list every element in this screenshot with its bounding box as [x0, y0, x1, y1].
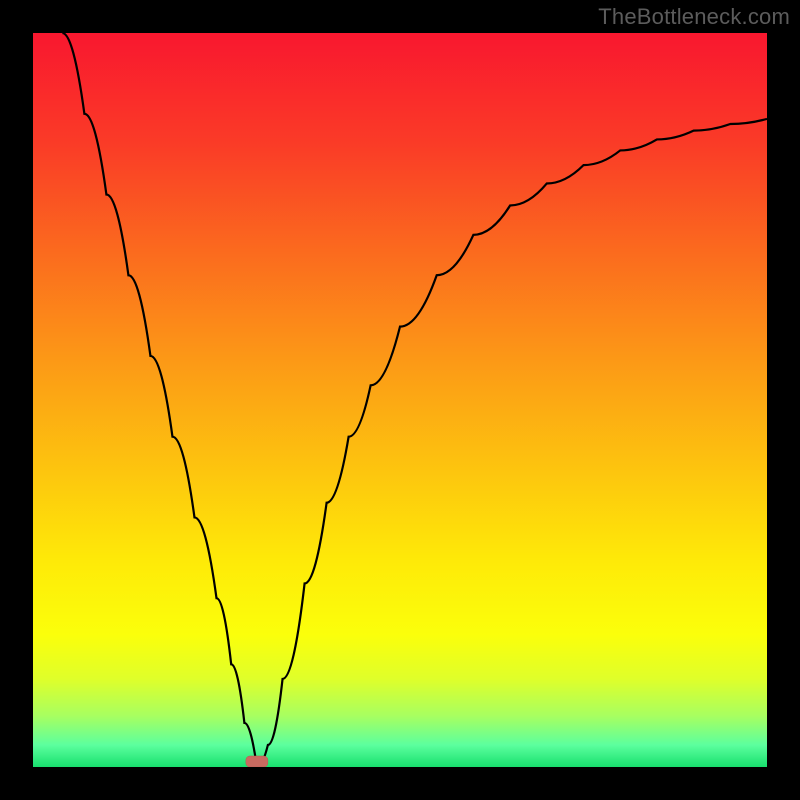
plot-area	[33, 33, 767, 767]
chart-frame: TheBottleneck.com	[0, 0, 800, 800]
minimum-marker	[246, 756, 268, 767]
gradient-background	[33, 33, 767, 767]
chart-svg	[33, 33, 767, 767]
watermark-text: TheBottleneck.com	[598, 4, 790, 30]
